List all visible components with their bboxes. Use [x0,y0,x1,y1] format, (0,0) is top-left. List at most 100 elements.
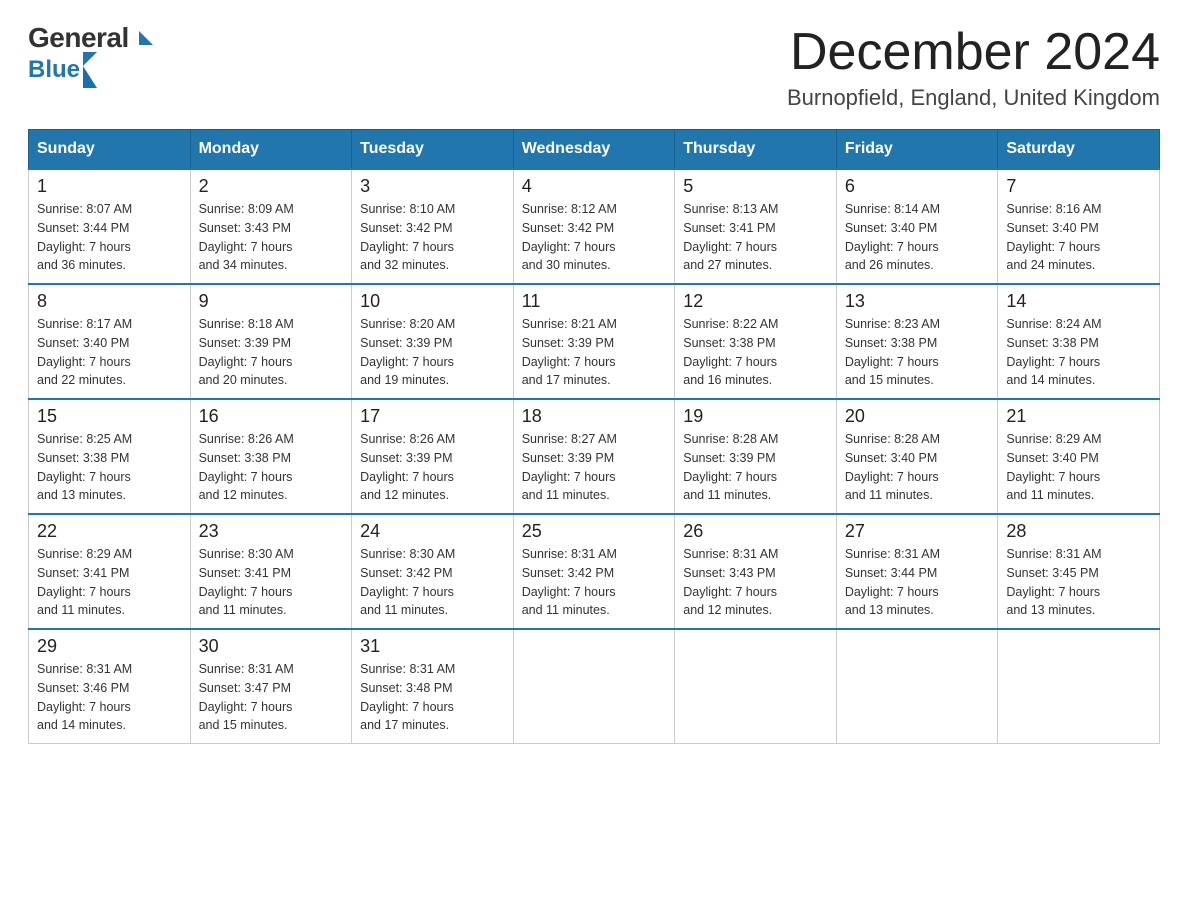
day-info: Sunrise: 8:26 AM Sunset: 3:39 PM Dayligh… [360,430,505,505]
day-info: Sunrise: 8:30 AM Sunset: 3:41 PM Dayligh… [199,545,344,620]
calendar-day-cell: 9 Sunrise: 8:18 AM Sunset: 3:39 PM Dayli… [190,284,352,399]
calendar-day-cell: 3 Sunrise: 8:10 AM Sunset: 3:42 PM Dayli… [352,169,514,284]
calendar-day-cell: 21 Sunrise: 8:29 AM Sunset: 3:40 PM Dayl… [998,399,1160,514]
day-number: 14 [1006,291,1151,312]
calendar-day-cell: 27 Sunrise: 8:31 AM Sunset: 3:44 PM Dayl… [836,514,998,629]
day-info: Sunrise: 8:20 AM Sunset: 3:39 PM Dayligh… [360,315,505,390]
calendar-day-cell: 5 Sunrise: 8:13 AM Sunset: 3:41 PM Dayli… [675,169,837,284]
day-number: 16 [199,406,344,427]
calendar-day-cell: 8 Sunrise: 8:17 AM Sunset: 3:40 PM Dayli… [29,284,191,399]
day-number: 27 [845,521,990,542]
empty-cell [675,629,837,744]
day-info: Sunrise: 8:28 AM Sunset: 3:39 PM Dayligh… [683,430,828,505]
calendar-day-cell: 28 Sunrise: 8:31 AM Sunset: 3:45 PM Dayl… [998,514,1160,629]
calendar-day-cell: 22 Sunrise: 8:29 AM Sunset: 3:41 PM Dayl… [29,514,191,629]
day-info: Sunrise: 8:31 AM Sunset: 3:46 PM Dayligh… [37,660,182,735]
day-number: 2 [199,176,344,197]
calendar-day-cell: 29 Sunrise: 8:31 AM Sunset: 3:46 PM Dayl… [29,629,191,744]
day-number: 12 [683,291,828,312]
day-of-week-header-monday: Monday [190,130,352,170]
day-info: Sunrise: 8:16 AM Sunset: 3:40 PM Dayligh… [1006,200,1151,275]
empty-cell [998,629,1160,744]
day-info: Sunrise: 8:17 AM Sunset: 3:40 PM Dayligh… [37,315,182,390]
day-number: 1 [37,176,182,197]
calendar-day-cell: 20 Sunrise: 8:28 AM Sunset: 3:40 PM Dayl… [836,399,998,514]
day-info: Sunrise: 8:09 AM Sunset: 3:43 PM Dayligh… [199,200,344,275]
day-info: Sunrise: 8:21 AM Sunset: 3:39 PM Dayligh… [522,315,667,390]
calendar-day-cell: 16 Sunrise: 8:26 AM Sunset: 3:38 PM Dayl… [190,399,352,514]
day-number: 13 [845,291,990,312]
day-info: Sunrise: 8:24 AM Sunset: 3:38 PM Dayligh… [1006,315,1151,390]
calendar-day-cell: 23 Sunrise: 8:30 AM Sunset: 3:41 PM Dayl… [190,514,352,629]
empty-cell [836,629,998,744]
logo-blue-label: Blue [28,56,80,84]
calendar-header-row: SundayMondayTuesdayWednesdayThursdayFrid… [29,130,1160,170]
title-block: December 2024 Burnopfield, England, Unit… [787,24,1160,111]
day-info: Sunrise: 8:30 AM Sunset: 3:42 PM Dayligh… [360,545,505,620]
calendar-day-cell: 2 Sunrise: 8:09 AM Sunset: 3:43 PM Dayli… [190,169,352,284]
calendar-day-cell: 15 Sunrise: 8:25 AM Sunset: 3:38 PM Dayl… [29,399,191,514]
location-subtitle: Burnopfield, England, United Kingdom [787,85,1160,111]
day-of-week-header-wednesday: Wednesday [513,130,675,170]
calendar-day-cell: 18 Sunrise: 8:27 AM Sunset: 3:39 PM Dayl… [513,399,675,514]
day-info: Sunrise: 8:29 AM Sunset: 3:40 PM Dayligh… [1006,430,1151,505]
day-number: 10 [360,291,505,312]
day-info: Sunrise: 8:28 AM Sunset: 3:40 PM Dayligh… [845,430,990,505]
day-of-week-header-sunday: Sunday [29,130,191,170]
calendar-day-cell: 26 Sunrise: 8:31 AM Sunset: 3:43 PM Dayl… [675,514,837,629]
day-number: 28 [1006,521,1151,542]
day-info: Sunrise: 8:07 AM Sunset: 3:44 PM Dayligh… [37,200,182,275]
day-number: 4 [522,176,667,197]
calendar-week-row: 22 Sunrise: 8:29 AM Sunset: 3:41 PM Dayl… [29,514,1160,629]
day-number: 24 [360,521,505,542]
day-number: 6 [845,176,990,197]
logo-triangle-icon [83,52,97,88]
calendar-day-cell: 14 Sunrise: 8:24 AM Sunset: 3:38 PM Dayl… [998,284,1160,399]
day-info: Sunrise: 8:23 AM Sunset: 3:38 PM Dayligh… [845,315,990,390]
empty-cell [513,629,675,744]
calendar-day-cell: 6 Sunrise: 8:14 AM Sunset: 3:40 PM Dayli… [836,169,998,284]
day-info: Sunrise: 8:31 AM Sunset: 3:48 PM Dayligh… [360,660,505,735]
day-info: Sunrise: 8:31 AM Sunset: 3:43 PM Dayligh… [683,545,828,620]
day-number: 31 [360,636,505,657]
day-info: Sunrise: 8:12 AM Sunset: 3:42 PM Dayligh… [522,200,667,275]
calendar-day-cell: 31 Sunrise: 8:31 AM Sunset: 3:48 PM Dayl… [352,629,514,744]
day-info: Sunrise: 8:31 AM Sunset: 3:45 PM Dayligh… [1006,545,1151,620]
calendar-day-cell: 25 Sunrise: 8:31 AM Sunset: 3:42 PM Dayl… [513,514,675,629]
calendar-day-cell: 24 Sunrise: 8:30 AM Sunset: 3:42 PM Dayl… [352,514,514,629]
day-number: 25 [522,521,667,542]
day-info: Sunrise: 8:29 AM Sunset: 3:41 PM Dayligh… [37,545,182,620]
day-number: 29 [37,636,182,657]
day-number: 8 [37,291,182,312]
day-number: 30 [199,636,344,657]
day-number: 15 [37,406,182,427]
day-number: 7 [1006,176,1151,197]
day-number: 20 [845,406,990,427]
day-info: Sunrise: 8:31 AM Sunset: 3:42 PM Dayligh… [522,545,667,620]
day-number: 11 [522,291,667,312]
day-info: Sunrise: 8:10 AM Sunset: 3:42 PM Dayligh… [360,200,505,275]
day-number: 23 [199,521,344,542]
calendar-day-cell: 11 Sunrise: 8:21 AM Sunset: 3:39 PM Dayl… [513,284,675,399]
logo: General▶ Blue [28,24,153,88]
page-header: General▶ Blue December 2024 Burnopfield,… [28,24,1160,111]
day-number: 5 [683,176,828,197]
logo-general: General▶ [28,24,153,52]
month-year-title: December 2024 [787,24,1160,81]
day-number: 18 [522,406,667,427]
day-info: Sunrise: 8:27 AM Sunset: 3:39 PM Dayligh… [522,430,667,505]
day-info: Sunrise: 8:22 AM Sunset: 3:38 PM Dayligh… [683,315,828,390]
day-number: 21 [1006,406,1151,427]
calendar-week-row: 8 Sunrise: 8:17 AM Sunset: 3:40 PM Dayli… [29,284,1160,399]
calendar-day-cell: 4 Sunrise: 8:12 AM Sunset: 3:42 PM Dayli… [513,169,675,284]
calendar-week-row: 15 Sunrise: 8:25 AM Sunset: 3:38 PM Dayl… [29,399,1160,514]
calendar-day-cell: 13 Sunrise: 8:23 AM Sunset: 3:38 PM Dayl… [836,284,998,399]
day-of-week-header-thursday: Thursday [675,130,837,170]
day-number: 9 [199,291,344,312]
calendar-table: SundayMondayTuesdayWednesdayThursdayFrid… [28,129,1160,744]
day-number: 3 [360,176,505,197]
day-number: 22 [37,521,182,542]
day-info: Sunrise: 8:31 AM Sunset: 3:44 PM Dayligh… [845,545,990,620]
day-info: Sunrise: 8:14 AM Sunset: 3:40 PM Dayligh… [845,200,990,275]
logo-blue-bar: Blue [28,52,97,88]
